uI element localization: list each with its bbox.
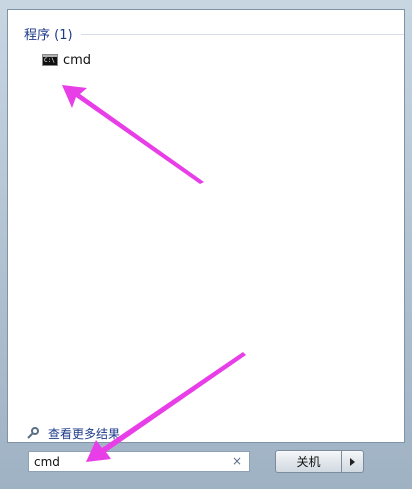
see-more-results-label: 查看更多结果 — [48, 426, 121, 441]
result-item-label: cmd — [63, 52, 92, 68]
magnifier-icon — [28, 426, 43, 441]
results-group-header: 程序 (1) — [24, 24, 404, 43]
shutdown-label: 关机 — [296, 455, 321, 469]
search-box: × — [28, 451, 250, 472]
results-group-title: 程序 (1) — [24, 28, 73, 43]
see-more-results-link[interactable]: 查看更多结果 — [28, 423, 120, 443]
result-item-cmd[interactable]: cmd — [38, 50, 95, 70]
clear-search-icon[interactable]: × — [229, 452, 245, 471]
search-input[interactable] — [29, 452, 229, 471]
shutdown-options-button[interactable] — [342, 450, 364, 473]
arrow-right-icon — [350, 457, 355, 466]
shutdown-group: 关机 — [275, 450, 364, 473]
search-results-panel: 程序 (1) cmd 查看更多结果 — [7, 9, 405, 443]
group-divider — [80, 34, 404, 35]
cmd-icon — [42, 54, 58, 66]
start-menu: 程序 (1) cmd 查看更多结果 × 关机 — [0, 0, 412, 489]
shutdown-button[interactable]: 关机 — [275, 450, 342, 473]
